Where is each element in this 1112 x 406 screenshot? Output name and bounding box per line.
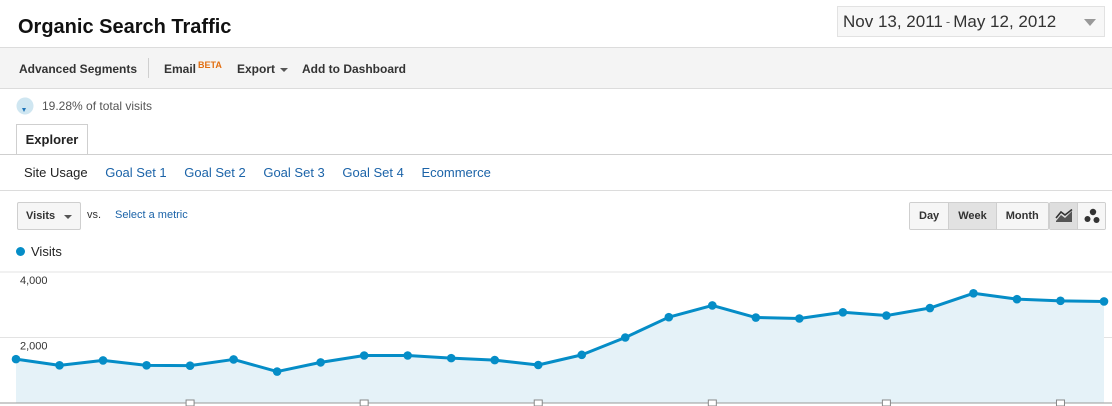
data-point bbox=[795, 314, 804, 323]
y-tick-label: 2,000 bbox=[20, 341, 48, 353]
legend-label: Visits bbox=[31, 244, 62, 259]
data-point bbox=[1012, 294, 1022, 304]
chevron-down-icon bbox=[280, 67, 289, 72]
chart-type-selector bbox=[1049, 202, 1106, 230]
data-point bbox=[708, 301, 717, 310]
legend-dot bbox=[16, 247, 25, 256]
metric-select[interactable]: Visits bbox=[17, 202, 81, 230]
data-point bbox=[969, 288, 978, 298]
motion-chart-icon bbox=[1084, 208, 1099, 223]
data-point bbox=[577, 350, 587, 360]
annotation-marker bbox=[881, 399, 891, 406]
data-point bbox=[185, 361, 195, 370]
page-title: Organic Search Traffic bbox=[18, 16, 232, 38]
line-chart-icon bbox=[1054, 209, 1072, 222]
data-point bbox=[620, 333, 630, 342]
export-button[interactable]: Export bbox=[237, 62, 289, 76]
data-point bbox=[1056, 296, 1065, 306]
pie-chart-icon bbox=[16, 97, 34, 115]
period-selector: Day Week Month bbox=[909, 202, 1049, 230]
chevron-down-icon bbox=[1084, 19, 1096, 26]
percent-of-total: 19.28% of total visits bbox=[16, 97, 152, 115]
data-point bbox=[490, 355, 500, 365]
annotation-marker bbox=[533, 399, 543, 406]
select-metric-link[interactable]: Select a metric bbox=[115, 209, 188, 221]
export-label: Export bbox=[237, 62, 276, 76]
report-toolbar: Advanced Segments Email BETA Export Add t… bbox=[0, 47, 1112, 89]
data-point bbox=[359, 351, 369, 360]
add-to-dashboard-button[interactable]: Add to Dashboard bbox=[302, 62, 406, 76]
data-point bbox=[446, 353, 456, 363]
data-point bbox=[272, 367, 282, 376]
subtab-goal-set-1[interactable]: Goal Set 1 bbox=[105, 165, 166, 180]
percent-text: 19.28% of total visits bbox=[42, 99, 153, 113]
motion-chart-button[interactable] bbox=[1078, 203, 1105, 229]
date-end: May 12, 2012 bbox=[953, 11, 1057, 31]
data-point bbox=[925, 303, 935, 313]
line-chart-button[interactable] bbox=[1050, 203, 1078, 229]
day-button[interactable]: Day bbox=[910, 203, 950, 229]
data-point bbox=[55, 361, 64, 370]
advanced-segments-button[interactable]: Advanced Segments bbox=[19, 62, 137, 76]
date-range-picker[interactable]: Nov 13, 2011 - May 12, 2012 bbox=[837, 6, 1105, 37]
subtab-goal-set-3[interactable]: Goal Set 3 bbox=[263, 165, 324, 180]
y-tick-label: 4,000 bbox=[20, 275, 48, 287]
data-point bbox=[403, 351, 412, 360]
visits-chart: 4,000 2,000 bbox=[0, 271, 1112, 406]
subtab-goal-set-4[interactable]: Goal Set 4 bbox=[342, 165, 403, 180]
metric-label: Visits bbox=[26, 210, 56, 222]
annotation-marker bbox=[359, 399, 369, 406]
data-point bbox=[229, 355, 238, 364]
month-button[interactable]: Month bbox=[996, 203, 1048, 229]
annotation-marker bbox=[185, 399, 195, 406]
data-point bbox=[533, 360, 543, 370]
data-point bbox=[316, 358, 325, 367]
subtab-divider bbox=[0, 190, 1112, 191]
subtab-bar: Site Usage Goal Set 1 Goal Set 2 Goal Se… bbox=[24, 165, 505, 180]
chevron-down-icon bbox=[64, 215, 72, 219]
data-point bbox=[11, 354, 21, 364]
tab-divider bbox=[0, 154, 1112, 155]
week-button[interactable]: Week bbox=[949, 203, 997, 229]
tab-explorer[interactable]: Explorer bbox=[16, 124, 88, 155]
data-point bbox=[882, 311, 891, 320]
date-start: Nov 13, 2011 bbox=[843, 11, 943, 31]
visits-area bbox=[16, 293, 1104, 403]
annotation-marker bbox=[1055, 399, 1065, 406]
email-button[interactable]: Email BETA bbox=[164, 60, 222, 76]
data-point bbox=[142, 361, 151, 370]
data-point bbox=[751, 313, 761, 322]
date-separator: - bbox=[945, 14, 951, 29]
subtab-ecommerce[interactable]: Ecommerce bbox=[421, 165, 490, 180]
email-label: Email bbox=[164, 62, 197, 76]
toolbar-divider bbox=[148, 58, 149, 78]
data-point bbox=[838, 307, 848, 317]
annotation-marker bbox=[707, 399, 717, 406]
subtab-goal-set-2[interactable]: Goal Set 2 bbox=[184, 165, 245, 180]
vs-label: vs. bbox=[87, 209, 102, 221]
data-point bbox=[1099, 297, 1109, 306]
subtab-site-usage[interactable]: Site Usage bbox=[24, 165, 88, 180]
chart-legend: Visits bbox=[16, 244, 62, 259]
data-point bbox=[664, 312, 674, 322]
data-point bbox=[98, 356, 108, 365]
beta-badge: BETA bbox=[198, 60, 222, 70]
